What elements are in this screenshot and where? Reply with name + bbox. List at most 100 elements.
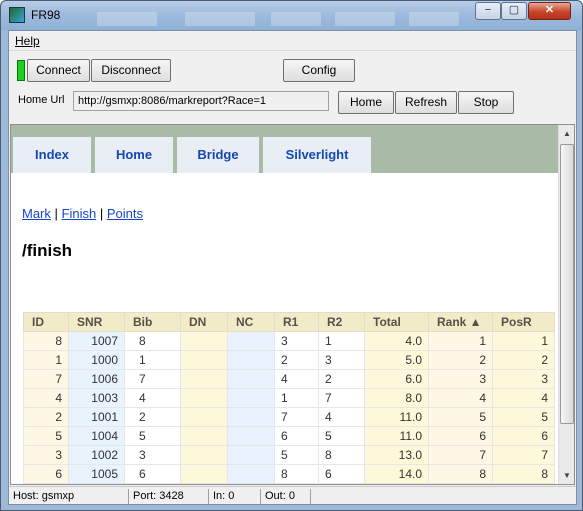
- cell-bib: 5: [124, 426, 181, 446]
- link-finish[interactable]: Finish: [62, 206, 97, 221]
- minimize-button[interactable]: −: [475, 2, 501, 20]
- cell-r2: 6: [318, 464, 365, 484]
- cell-total: 14.0: [364, 464, 429, 484]
- cell-id: 1: [23, 350, 69, 370]
- col-header-snr[interactable]: SNR: [68, 312, 125, 332]
- cell-id: 2: [23, 407, 69, 427]
- cell-snr: 1003: [68, 388, 125, 408]
- connect-button[interactable]: Connect: [27, 59, 90, 82]
- cell-dn: [180, 445, 228, 465]
- cell-dn: [180, 426, 228, 446]
- link-points[interactable]: Points: [107, 206, 143, 221]
- config-button[interactable]: Config: [283, 59, 355, 82]
- client-area: Help Connect Disconnect Config Home Url …: [8, 30, 577, 505]
- cell-nc: [227, 331, 275, 351]
- scroll-down-icon[interactable]: ▼: [559, 467, 574, 484]
- cell-rank: 7: [428, 445, 493, 465]
- cell-posr: 8: [492, 464, 555, 484]
- cell-total: 13.0: [364, 445, 429, 465]
- home-button[interactable]: Home: [338, 91, 394, 114]
- table-row: 5 1004 5 6 5 11.0 6 6: [23, 426, 555, 446]
- home-url-label: Home Url: [18, 94, 65, 106]
- table-row: 4 1003 4 1 7 8.0 4 4: [23, 388, 555, 408]
- col-header-total[interactable]: Total: [364, 312, 429, 332]
- status-host: Host: gsmxp: [11, 489, 129, 504]
- scroll-up-icon[interactable]: ▲: [559, 125, 574, 142]
- cell-r2: 4: [318, 407, 365, 427]
- cell-snr: 1004: [68, 426, 125, 446]
- nav-tab-silverlight[interactable]: Silverlight: [263, 137, 371, 173]
- status-bar: Host: gsmxp Port: 3428 In: 0 Out: 0: [9, 486, 576, 504]
- link-mark[interactable]: Mark: [22, 206, 51, 221]
- col-header-bib[interactable]: Bib: [124, 312, 181, 332]
- cell-r2: 3: [318, 350, 365, 370]
- maximize-button[interactable]: ▢: [501, 2, 527, 20]
- cell-posr: 1: [492, 331, 555, 351]
- cell-snr: 1006: [68, 369, 125, 389]
- cell-rank: 1: [428, 331, 493, 351]
- vertical-scrollbar[interactable]: ▲ ▼: [558, 125, 574, 484]
- cell-rank: 5: [428, 407, 493, 427]
- status-out: Out: 0: [263, 489, 311, 504]
- maximize-icon: ▢: [508, 4, 520, 16]
- close-icon: ✕: [544, 4, 555, 16]
- col-header-rank[interactable]: Rank ▲: [428, 312, 493, 332]
- col-header-posr[interactable]: PosR: [492, 312, 555, 332]
- cell-r1: 6: [274, 426, 319, 446]
- app-icon: [9, 7, 25, 23]
- status-port: Port: 3428: [131, 489, 209, 504]
- table-row: 2 1001 2 7 4 11.0 5 5: [23, 407, 555, 427]
- cell-dn: [180, 464, 228, 484]
- link-separator: |: [54, 206, 58, 221]
- table-row: 8 1007 8 3 1 4.0 1 1: [23, 331, 555, 351]
- refresh-button[interactable]: Refresh: [395, 91, 457, 114]
- nav-tab-bridge[interactable]: Bridge: [177, 137, 259, 173]
- cell-r1: 5: [274, 445, 319, 465]
- col-header-nc[interactable]: NC: [227, 312, 275, 332]
- scroll-thumb[interactable]: [560, 144, 574, 424]
- link-separator: |: [99, 206, 104, 221]
- cell-bib: 3: [124, 445, 181, 465]
- cell-dn: [180, 369, 228, 389]
- menu-help[interactable]: Help: [15, 34, 40, 48]
- cell-bib: 8: [124, 331, 181, 351]
- nav-tab-index[interactable]: Index: [13, 137, 91, 173]
- cell-id: 6: [23, 464, 69, 484]
- cell-posr: 6: [492, 426, 555, 446]
- cell-dn: [180, 350, 228, 370]
- col-header-dn[interactable]: DN: [180, 312, 228, 332]
- cell-dn: [180, 407, 228, 427]
- cell-r1: 3: [274, 331, 319, 351]
- cell-rank: 6: [428, 426, 493, 446]
- cell-rank: 3: [428, 369, 493, 389]
- title-bar[interactable]: FR98 − ▢ ✕: [1, 1, 582, 30]
- results-table: ID SNR Bib DN NC R1 R2 Total Rank ▲ PosR…: [23, 312, 555, 484]
- stop-button[interactable]: Stop: [458, 91, 514, 114]
- background-tab-ghost: [271, 12, 321, 26]
- nav-tab-home[interactable]: Home: [95, 137, 173, 173]
- close-button[interactable]: ✕: [528, 2, 571, 20]
- cell-total: 5.0: [364, 350, 429, 370]
- cell-posr: 3: [492, 369, 555, 389]
- disconnect-button[interactable]: Disconnect: [91, 59, 171, 82]
- cell-nc: [227, 369, 275, 389]
- web-browser-pane: Index Home Bridge Silverlight Mark | Fin…: [10, 124, 575, 485]
- cell-bib: 1: [124, 350, 181, 370]
- cell-r2: 1: [318, 331, 365, 351]
- cell-bib: 7: [124, 369, 181, 389]
- cell-rank: 4: [428, 388, 493, 408]
- table-header-row: ID SNR Bib DN NC R1 R2 Total Rank ▲ PosR: [23, 312, 555, 332]
- cell-total: 11.0: [364, 407, 429, 427]
- col-header-id[interactable]: ID: [23, 312, 69, 332]
- col-header-r1[interactable]: R1: [274, 312, 319, 332]
- results-table-body: 8 1007 8 3 1 4.0 1 1 1 1000 1 2 3 5.0 2 2 7 1006 7 4 2 6.0 3 3 4…: [23, 331, 555, 484]
- col-header-r2[interactable]: R2: [318, 312, 365, 332]
- table-row: 6 1005 6 8 6 14.0 8 8: [23, 464, 555, 484]
- background-tab-ghost: [185, 12, 255, 26]
- cell-r1: 2: [274, 350, 319, 370]
- cell-r1: 1: [274, 388, 319, 408]
- home-url-input[interactable]: [73, 91, 329, 111]
- status-empty: [313, 489, 575, 504]
- cell-id: 7: [23, 369, 69, 389]
- cell-id: 8: [23, 331, 69, 351]
